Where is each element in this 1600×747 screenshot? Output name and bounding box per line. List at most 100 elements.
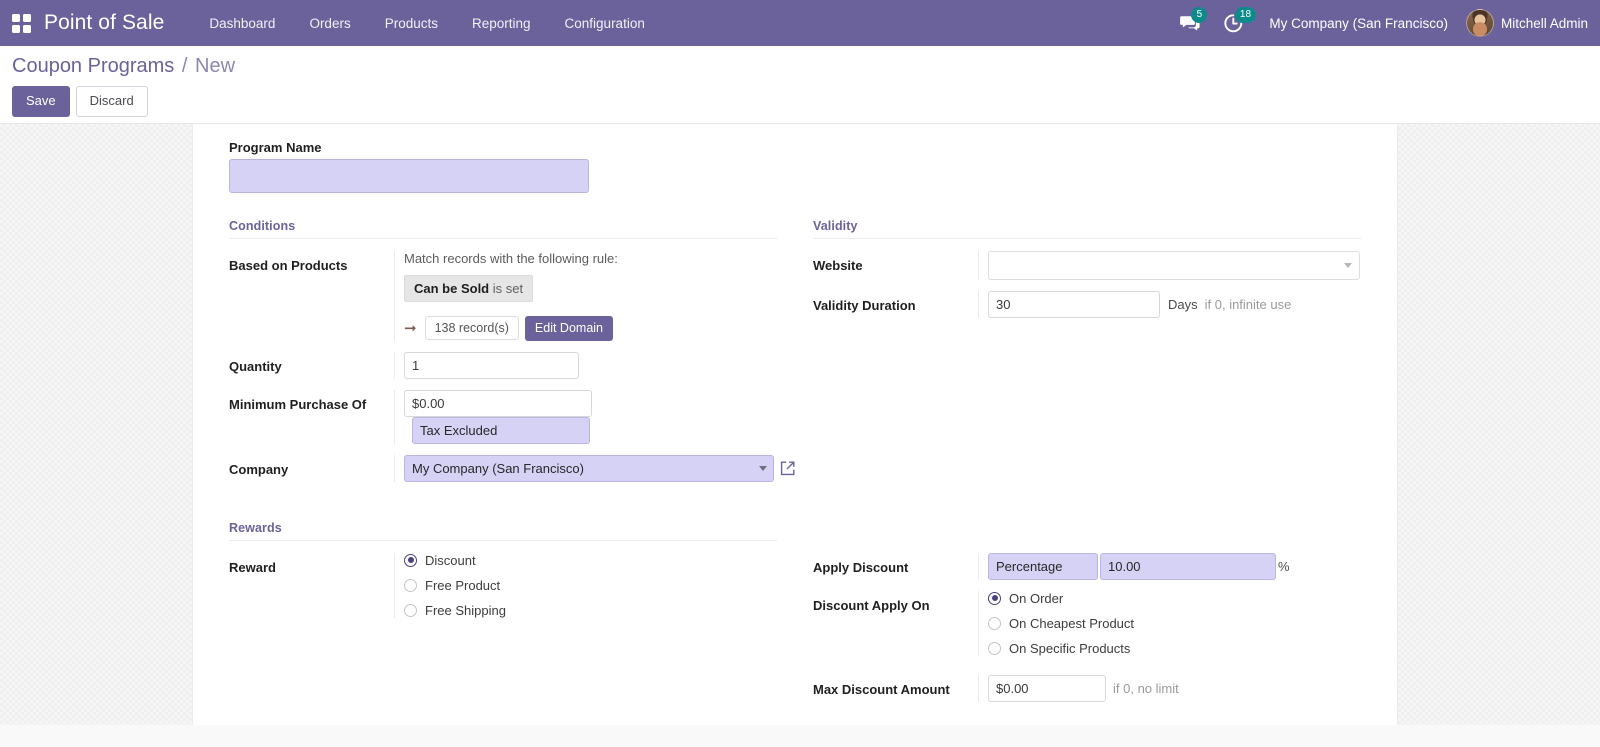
discount-settings-column: Apply Discount Percentage % Discount App… [795, 521, 1379, 713]
field-minimum-purchase: Minimum Purchase Of Tax Excluded [229, 389, 777, 444]
max-discount-amount-input[interactable] [988, 674, 1106, 702]
apps-menu-button[interactable] [0, 0, 42, 46]
reward-option-discount[interactable]: Discount [404, 553, 777, 568]
discount-apply-on-option-cheapest-product[interactable]: On Cheapest Product [988, 616, 1361, 631]
website-value-wrap [978, 250, 1361, 280]
domain-footer: ➞ 138 record(s) Edit Domain [404, 315, 777, 341]
domain-record-count[interactable]: 138 record(s) [424, 316, 519, 341]
field-discount-apply-on: Discount Apply On On Order On Cheapest P… [813, 590, 1361, 656]
minimum-purchase-label: Minimum Purchase Of [229, 396, 367, 412]
field-website: Website [813, 250, 1361, 280]
menu-item-orders[interactable]: Orders [292, 0, 367, 46]
domain-widget: Match records with the following rule: C… [394, 250, 777, 341]
discount-apply-on-option-specific-products[interactable]: On Specific Products [988, 641, 1361, 656]
reward-option-free-shipping[interactable]: Free Shipping [404, 603, 777, 618]
discount-apply-on-option-label: On Specific Products [1009, 640, 1131, 656]
discount-type-select[interactable]: Percentage [988, 552, 1098, 580]
validity-duration-input[interactable] [988, 290, 1160, 318]
field-validity-duration: Validity Duration Days if 0, infinite us… [813, 290, 1361, 318]
validity-group-title: Validity [813, 219, 1361, 239]
form-action-buttons: Save Discard [12, 86, 1588, 117]
control-panel: Coupon Programs / New Save Discard [0, 46, 1600, 124]
validity-column: Validity Website Validity Duration Da [795, 219, 1379, 493]
radio-selected-icon [988, 591, 1001, 605]
program-name-input[interactable] [229, 158, 589, 193]
app-brand-title[interactable]: Point of Sale [42, 11, 170, 35]
minimum-purchase-value-wrap: Tax Excluded [394, 389, 777, 444]
field-based-on-products: Based on Products Match records with the… [229, 250, 777, 341]
breadcrumb-separator: / [181, 55, 188, 77]
discount-amount-input[interactable] [1100, 552, 1276, 580]
save-button[interactable]: Save [12, 86, 70, 117]
user-menu[interactable]: Mitchell Admin [1462, 9, 1596, 37]
menu-item-reporting[interactable]: Reporting [455, 0, 548, 46]
menu-item-products[interactable]: Products [368, 0, 455, 46]
form-background: Program Name Conditions Based on Product… [0, 123, 1600, 725]
radio-selected-icon [404, 553, 417, 567]
discount-apply-on-option-on-order[interactable]: On Order [988, 591, 1361, 606]
arrow-right-icon: ➞ [404, 319, 417, 337]
website-input[interactable] [988, 250, 1360, 280]
discount-apply-on-option-label: On Order [1009, 590, 1064, 606]
menu-item-configuration[interactable]: Configuration [548, 0, 662, 46]
minimum-purchase-input[interactable] [404, 389, 592, 417]
program-name-field-group: Program Name [211, 140, 1379, 193]
menu-item-dashboard[interactable]: Dashboard [192, 0, 292, 46]
website-m2o [988, 250, 1360, 280]
reward-option-label: Free Shipping [425, 602, 506, 618]
conditions-validity-row: Conditions Based on Products Match recor… [211, 219, 1379, 493]
reward-radio-group: Discount Free Product Free Shipping [394, 552, 777, 618]
discount-apply-on-radio-group: On Order On Cheapest Product On Specific… [978, 590, 1361, 656]
reward-option-free-product[interactable]: Free Product [404, 578, 777, 593]
main-menu: Dashboard Orders Products Reporting Conf… [192, 0, 661, 46]
max-discount-amount-label: Max Discount Amount [813, 681, 950, 697]
reward-label: Reward [229, 559, 276, 575]
breadcrumb: Coupon Programs / New [12, 54, 1588, 79]
top-navbar: Point of Sale Dashboard Orders Products … [0, 0, 1600, 46]
external-link-icon[interactable] [779, 460, 796, 477]
messages-button[interactable]: 5 [1168, 0, 1212, 46]
breadcrumb-item-coupon-programs[interactable]: Coupon Programs [12, 55, 174, 77]
quantity-value-wrap [394, 351, 777, 379]
field-reward: Reward Discount Free Product Free Shippi… [229, 552, 777, 618]
discount-apply-on-option-label: On Cheapest Product [1009, 615, 1135, 631]
reward-option-label: Discount [425, 552, 476, 568]
based-on-products-label: Based on Products [229, 257, 348, 273]
activities-button[interactable]: 18 [1212, 0, 1256, 46]
apply-discount-value-wrap: Percentage % [978, 552, 1361, 580]
discount-apply-on-options: On Order On Cheapest Product On Specific… [988, 591, 1361, 656]
apps-grid-icon [11, 13, 31, 33]
discount-percent-suffix: % [1278, 558, 1290, 574]
field-apply-discount: Apply Discount Percentage % [813, 552, 1361, 580]
messages-count-badge: 5 [1191, 7, 1208, 23]
domain-rule-field: Can be Sold [414, 280, 490, 296]
rewards-row: Rewards Reward Discount Free Product Fre… [211, 521, 1379, 713]
radio-unselected-icon [988, 616, 1001, 630]
field-max-discount-amount: Max Discount Amount if 0, no limit [813, 674, 1361, 702]
rewards-column: Rewards Reward Discount Free Product Fre… [211, 521, 795, 713]
company-label: Company [229, 461, 289, 477]
apply-discount-label: Apply Discount [813, 559, 909, 575]
quantity-input[interactable] [404, 351, 579, 379]
reward-options: Discount Free Product Free Shipping [404, 553, 777, 618]
radio-unselected-icon [988, 641, 1001, 655]
quantity-label: Quantity [229, 358, 282, 374]
discard-button[interactable]: Discard [75, 86, 148, 117]
activities-count-badge: 18 [1235, 7, 1256, 23]
conditions-column: Conditions Based on Products Match recor… [211, 219, 795, 493]
domain-rule-chip[interactable]: Can be Sold is set [404, 274, 534, 302]
website-label: Website [813, 257, 863, 273]
company-switcher[interactable]: My Company (San Francisco) [1255, 16, 1462, 31]
company-input[interactable] [404, 454, 774, 482]
radio-unselected-icon [404, 603, 417, 617]
max-discount-amount-hint: if 0, no limit [1113, 680, 1179, 696]
navbar-right-tools: 5 18 My Company (San Francisco) Mitchell… [1168, 0, 1600, 46]
breadcrumb-item-current: New [195, 55, 236, 77]
validity-duration-value-wrap: Days if 0, infinite use [978, 290, 1361, 318]
validity-duration-hint: if 0, infinite use [1204, 296, 1292, 312]
company-value-wrap [394, 454, 796, 482]
validity-duration-label: Validity Duration [813, 297, 916, 313]
discount-apply-on-label: Discount Apply On [813, 597, 930, 613]
edit-domain-button[interactable]: Edit Domain [524, 315, 614, 341]
tax-mode-select[interactable]: Tax Excluded [412, 416, 590, 444]
